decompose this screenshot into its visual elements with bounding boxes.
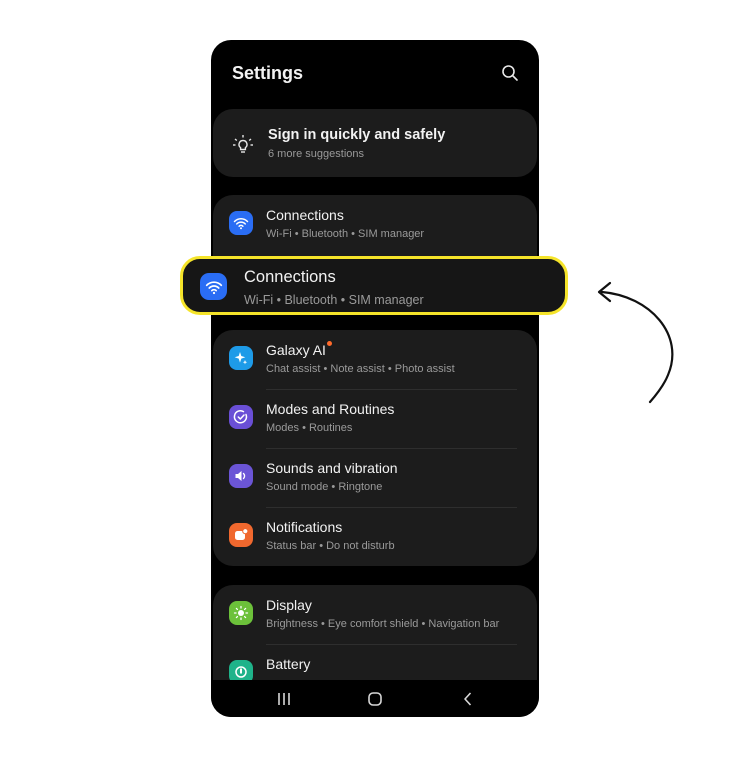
item-subtitle: Chat assist • Note assist • Photo assist — [266, 363, 455, 375]
lightbulb-icon — [233, 135, 253, 153]
suggestion-card[interactable]: Sign in quickly and safely 6 more sugges… — [213, 109, 537, 177]
item-title: Modes and Routines — [266, 401, 395, 417]
settings-item-notifications[interactable]: Notifications Status bar • Do not distur… — [213, 507, 537, 566]
sun-icon — [229, 601, 253, 625]
item-title: Sounds and vibration — [266, 460, 398, 476]
wifi-icon — [229, 211, 253, 235]
page-title: Settings — [232, 63, 304, 83]
highlighted-connections-item[interactable]: Connections Wi-Fi • Bluetooth • SIM mana… — [180, 256, 568, 315]
speaker-icon — [229, 464, 253, 488]
navigation-bar — [211, 680, 539, 717]
settings-item-sounds[interactable]: Sounds and vibration Sound mode • Ringto… — [213, 448, 537, 507]
search-icon[interactable] — [501, 64, 519, 82]
home-icon[interactable] — [364, 688, 386, 710]
highlight-title: Connections — [244, 268, 336, 286]
suggestion-subtitle: 6 more suggestions — [268, 148, 364, 160]
notification-icon — [229, 523, 253, 547]
settings-item-galaxy-ai[interactable]: Galaxy AI Chat assist • Note assist • Ph… — [213, 330, 537, 389]
item-title: Display — [266, 597, 312, 613]
recent-apps-icon[interactable] — [273, 688, 295, 710]
sparkle-icon — [229, 346, 253, 370]
features-card: Galaxy AI Chat assist • Note assist • Ph… — [213, 330, 537, 566]
item-subtitle: Brightness • Eye comfort shield • Naviga… — [266, 618, 500, 630]
pointer-arrow-icon — [597, 281, 674, 404]
settings-item-connections[interactable]: Connections Wi-Fi • Bluetooth • SIM mana… — [213, 195, 537, 254]
item-subtitle: Wi-Fi • Bluetooth • SIM manager — [266, 228, 425, 240]
item-title: Connections — [266, 207, 344, 223]
check-circle-icon — [229, 405, 253, 429]
settings-item-modes-routines[interactable]: Modes and Routines Modes • Routines — [213, 389, 537, 448]
highlight-subtitle: Wi-Fi • Bluetooth • SIM manager — [244, 293, 424, 307]
item-subtitle: Status bar • Do not disturb — [266, 540, 395, 552]
phone-screen: Settings Sign in quickly and safely 6 mo… — [211, 40, 539, 717]
item-title: Notifications — [266, 519, 343, 535]
item-title: Galaxy AI — [266, 341, 332, 358]
item-subtitle: Modes • Routines — [266, 422, 353, 434]
new-badge-dot — [326, 341, 332, 346]
galaxy-ai-title: Galaxy AI — [266, 342, 326, 358]
settings-item-display[interactable]: Display Brightness • Eye comfort shield … — [213, 585, 537, 644]
back-icon[interactable] — [457, 688, 479, 710]
wifi-icon — [200, 273, 227, 300]
suggestion-title: Sign in quickly and safely — [268, 127, 446, 143]
item-title: Battery — [266, 656, 311, 672]
item-subtitle: Sound mode • Ringtone — [266, 481, 383, 493]
